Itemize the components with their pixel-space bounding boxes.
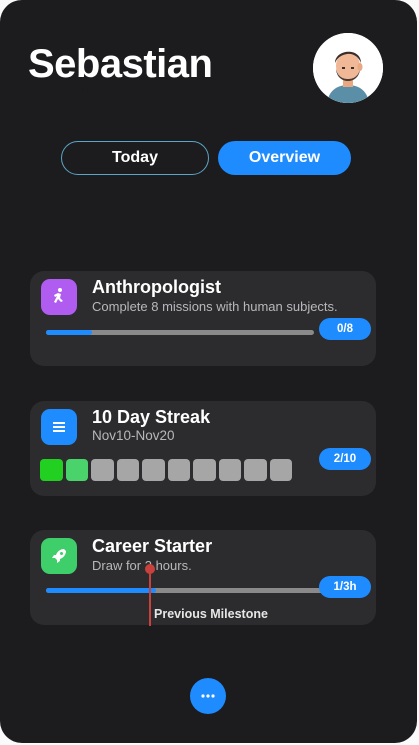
card-title: Anthropologist (92, 277, 221, 297)
progress-fill (46, 588, 157, 593)
streak-day-cell (269, 459, 292, 481)
progress-badge: 1/3h (319, 576, 371, 598)
milestone-marker-line (149, 568, 151, 626)
card-icon-streak (41, 409, 77, 445)
profile-name: Sebastian (28, 42, 213, 86)
progress-badge: 2/10 (319, 448, 371, 470)
streak-day-cell (167, 459, 190, 481)
streak-day-cell (65, 459, 88, 481)
tab-today[interactable]: Today (61, 141, 209, 175)
card-description: Draw for 3 hours. (92, 558, 192, 573)
running-person-icon (54, 288, 63, 303)
streak-day-cell (142, 459, 165, 481)
rocket-icon (52, 549, 66, 563)
progress-track (46, 330, 314, 335)
streak-day-cell (116, 459, 139, 481)
achievement-card-streak[interactable]: 10 Day Streak Nov10-Nov20 2/10 (30, 401, 376, 496)
streak-day-cell (40, 459, 63, 481)
bearded-man-avatar-icon (313, 33, 383, 103)
streak-days (40, 459, 292, 481)
streak-day-cell (218, 459, 241, 481)
milestone-label: Previous Milestone (154, 607, 268, 621)
card-description: Complete 8 missions with human subjects. (92, 299, 338, 314)
card-icon-anthropologist (41, 279, 77, 315)
tab-overview[interactable]: Overview (218, 141, 351, 175)
progress-badge: 0/8 (319, 318, 371, 340)
card-description: Nov10-Nov20 (92, 428, 175, 443)
progress-fill (46, 330, 92, 335)
achievement-card-anthropologist[interactable]: Anthropologist Complete 8 missions with … (30, 271, 376, 366)
streak-day-cell (91, 459, 114, 481)
list-icon (53, 422, 65, 432)
milestone-marker-dot (145, 564, 155, 574)
progress-track (46, 588, 336, 593)
streak-day-cell (244, 459, 267, 481)
card-title: 10 Day Streak (92, 407, 211, 427)
avatar[interactable] (313, 33, 383, 103)
profile-subtitle: treehouse (42, 82, 118, 101)
more-button[interactable] (190, 678, 226, 714)
card-title: Career Starter (92, 536, 213, 556)
app-screen: Sebastian treehouse Today Overview Anthr… (0, 0, 417, 743)
streak-day-cell (193, 459, 216, 481)
more-horizontal-icon (201, 694, 215, 698)
card-icon-career-starter (41, 538, 77, 574)
